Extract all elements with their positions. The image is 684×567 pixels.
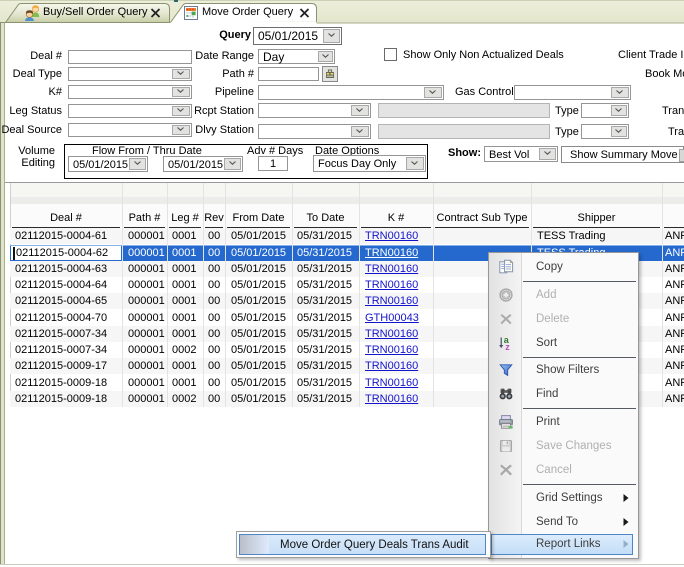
svg-text:z: z (505, 342, 510, 351)
